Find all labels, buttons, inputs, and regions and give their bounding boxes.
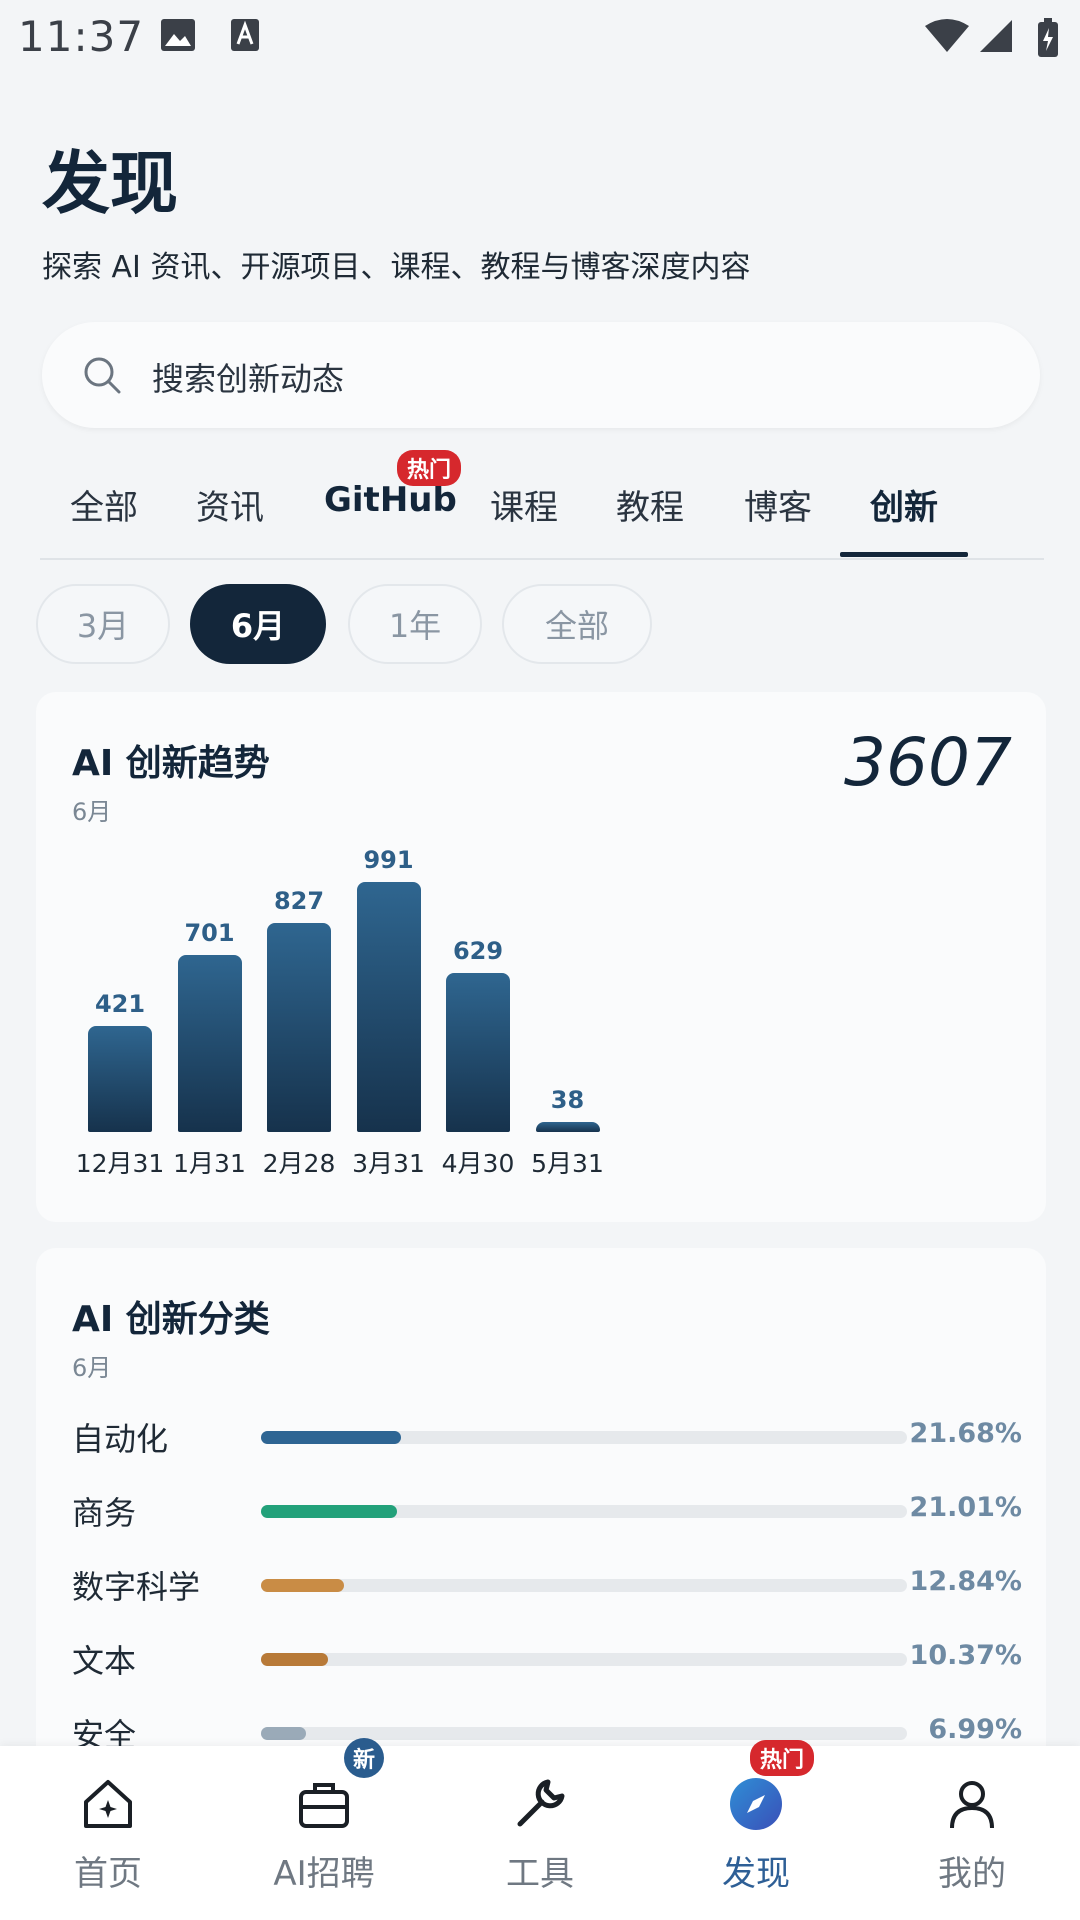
cellular-signal-icon — [980, 20, 1012, 52]
category-progress-fill — [261, 1653, 328, 1666]
tab-blogs[interactable]: 博客 — [744, 480, 812, 529]
nav-profile-label: 我的 — [938, 1854, 1006, 1894]
category-progress-track — [261, 1653, 907, 1666]
chart-bar — [356, 882, 421, 1132]
period-6m[interactable]: 6月 — [190, 584, 326, 664]
chart-bar-value: 991 — [363, 846, 414, 874]
period-3m[interactable]: 3月 — [36, 584, 170, 664]
category-progress-fill — [261, 1431, 402, 1444]
category-card-period: 6月 — [72, 1354, 112, 1382]
chart-bar — [177, 955, 242, 1132]
category-card: AI 创新分类 6月 自动化 21.68% 商务 21.01% 数字科学 12.… — [36, 1248, 1046, 1768]
battery-icon — [1038, 18, 1058, 57]
page-subtitle: 探索 AI 资讯、开源项目、课程、教程与博客深度内容 — [42, 250, 751, 285]
category-progress-track — [261, 1579, 907, 1592]
search-bar[interactable]: 搜索创新动态 — [42, 322, 1040, 428]
search-placeholder[interactable]: 搜索创新动态 — [152, 354, 344, 400]
new-badge: 新 — [344, 1738, 384, 1778]
nav-home[interactable]: 首页 — [0, 1746, 216, 1920]
image-notification-icon — [161, 19, 195, 51]
compass-icon — [730, 1778, 782, 1830]
category-progress-fill — [261, 1579, 344, 1592]
category-percent: 6.99% — [928, 1714, 1022, 1745]
nav-ai-jobs[interactable]: 新 AI招聘 — [216, 1738, 432, 1920]
trend-card: AI 创新趋势 6月 3607 421 12月31 701 1月31 827 2月28 99… — [36, 692, 1046, 1222]
briefcase-icon — [299, 1783, 349, 1828]
chart-bar — [267, 923, 331, 1132]
chart-x-label: 5月31 — [531, 1149, 604, 1178]
category-percent: 10.37% — [909, 1640, 1022, 1671]
nav-discover[interactable]: 热门 发现 — [648, 1740, 864, 1920]
font-notification-icon — [231, 19, 259, 51]
user-icon — [950, 1781, 994, 1829]
chart-bar — [535, 1122, 600, 1132]
nav-discover-label: 发现 — [722, 1854, 790, 1894]
category-label: 数字科学 — [72, 1568, 201, 1606]
tab-news[interactable]: 资讯 — [196, 480, 264, 529]
tab-innovation[interactable]: 创新 — [870, 480, 938, 529]
category-progress-track — [261, 1431, 907, 1444]
category-progress-fill — [261, 1727, 307, 1740]
search-icon — [84, 357, 121, 394]
chart-bar-value: 38 — [550, 1086, 585, 1115]
tab-tutorials[interactable]: 教程 — [616, 480, 684, 529]
home-icon — [84, 1780, 132, 1828]
category-percent: 12.84% — [909, 1566, 1022, 1597]
wrench-icon — [517, 1779, 565, 1827]
category-progress-fill — [261, 1505, 397, 1518]
category-label: 文本 — [72, 1642, 137, 1680]
chart-bar-value: 629 — [452, 937, 504, 966]
chart-bar-value: 421 — [94, 989, 146, 1018]
tab-courses[interactable]: 课程 — [490, 480, 558, 529]
chart-bar-value: 827 — [273, 887, 325, 916]
chart-bar — [446, 973, 510, 1132]
chart-x-label: 3月31 — [352, 1149, 425, 1178]
period-all[interactable]: 全部 — [502, 584, 652, 664]
nav-profile[interactable]: 我的 — [864, 1746, 1080, 1920]
nav-tools[interactable]: 工具 — [432, 1746, 648, 1920]
category-percent: 21.68% — [909, 1418, 1022, 1449]
tab-github[interactable]: GitHub — [324, 480, 457, 520]
category-label: 自动化 — [72, 1420, 169, 1458]
hot-badge: 热门 — [750, 1740, 815, 1776]
chart-bar-value: 701 — [184, 919, 235, 948]
category-progress-track — [261, 1505, 907, 1518]
nav-home-label: 首页 — [74, 1854, 142, 1894]
active-tab-indicator — [840, 552, 968, 557]
chart-x-label: 1月31 — [173, 1149, 246, 1178]
category-label: 商务 — [72, 1494, 137, 1532]
trend-bar-chart: 421 12月31 701 1月31 827 2月28 991 3月31 629 4月30 38 5月… — [36, 692, 1046, 1222]
category-card-title: AI 创新分类 — [72, 1299, 270, 1340]
period-1y[interactable]: 1年 — [348, 584, 482, 664]
nav-tools-label: 工具 — [506, 1854, 574, 1894]
tab-all[interactable]: 全部 — [70, 480, 138, 529]
category-percent: 21.01% — [909, 1492, 1022, 1523]
bottom-nav: 首页 新 AI招聘 工具 热门 发现 我的 — [0, 1738, 1080, 1920]
chart-bar — [88, 1025, 152, 1132]
hot-badge: 热门 — [397, 450, 462, 486]
status-bar: 11:37 — [0, 0, 1080, 72]
chart-x-label: 2月28 — [262, 1149, 336, 1178]
chart-x-label: 4月30 — [441, 1149, 515, 1178]
category-tabs: 全部 资讯 GitHub 热门 课程 教程 博客 创新 — [40, 450, 1044, 560]
status-time: 11:37 — [18, 12, 145, 61]
chart-x-label: 12月31 — [75, 1149, 165, 1178]
page-title: 发现 — [42, 145, 179, 224]
nav-ai-jobs-label: AI招聘 — [273, 1854, 375, 1894]
wifi-icon — [925, 19, 969, 52]
